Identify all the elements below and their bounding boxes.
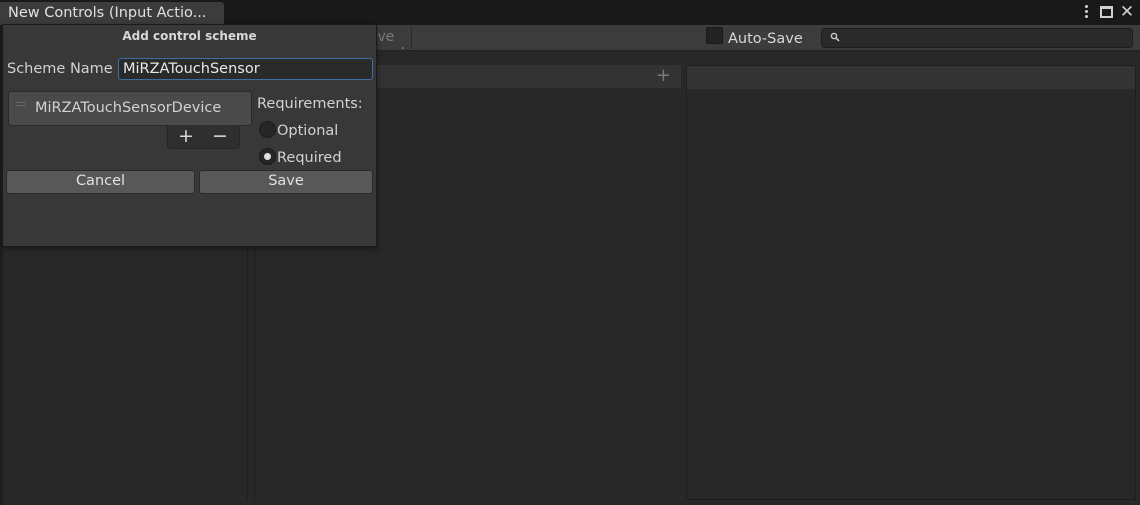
device-name: MiRZATouchSensorDevice (35, 100, 222, 116)
properties-pane (686, 65, 1136, 500)
window-tab[interactable]: New Controls (Input Actio... (0, 2, 224, 25)
autosave-checkbox[interactable] (706, 27, 723, 44)
maximize-icon[interactable] (1100, 4, 1115, 21)
optional-radio[interactable] (259, 121, 276, 138)
close-icon[interactable]: ✕ (1119, 4, 1135, 21)
more-options-icon[interactable] (1080, 4, 1092, 21)
dialog-title: Add control scheme (122, 29, 257, 43)
drag-handle-icon[interactable] (16, 102, 26, 107)
requirements-label: Requirements: (257, 96, 363, 112)
add-action-icon[interactable]: + (656, 65, 671, 86)
add-device-button[interactable]: + (178, 125, 194, 147)
properties-pane-header (687, 66, 1135, 90)
window-tab-bar: New Controls (Input Actio... ✕ (0, 0, 1140, 25)
search-icon (830, 32, 840, 42)
scheme-name-input[interactable] (118, 58, 373, 80)
device-list-item[interactable]: MiRZATouchSensorDevice (8, 91, 252, 126)
autosave-label: Auto-Save (728, 31, 803, 47)
scheme-name-label: Scheme Name (7, 61, 113, 77)
remove-device-button[interactable]: − (212, 125, 228, 147)
cancel-button[interactable]: Cancel (6, 170, 195, 194)
search-field[interactable] (821, 28, 1133, 48)
optional-label[interactable]: Optional (277, 123, 338, 139)
device-list-footer: + − (167, 125, 240, 149)
add-control-scheme-dialog: Add control scheme Scheme Name MiRZATouc… (2, 24, 377, 247)
save-button[interactable]: Save (199, 170, 373, 194)
required-label[interactable]: Required (277, 150, 342, 166)
required-radio[interactable] (259, 148, 276, 165)
